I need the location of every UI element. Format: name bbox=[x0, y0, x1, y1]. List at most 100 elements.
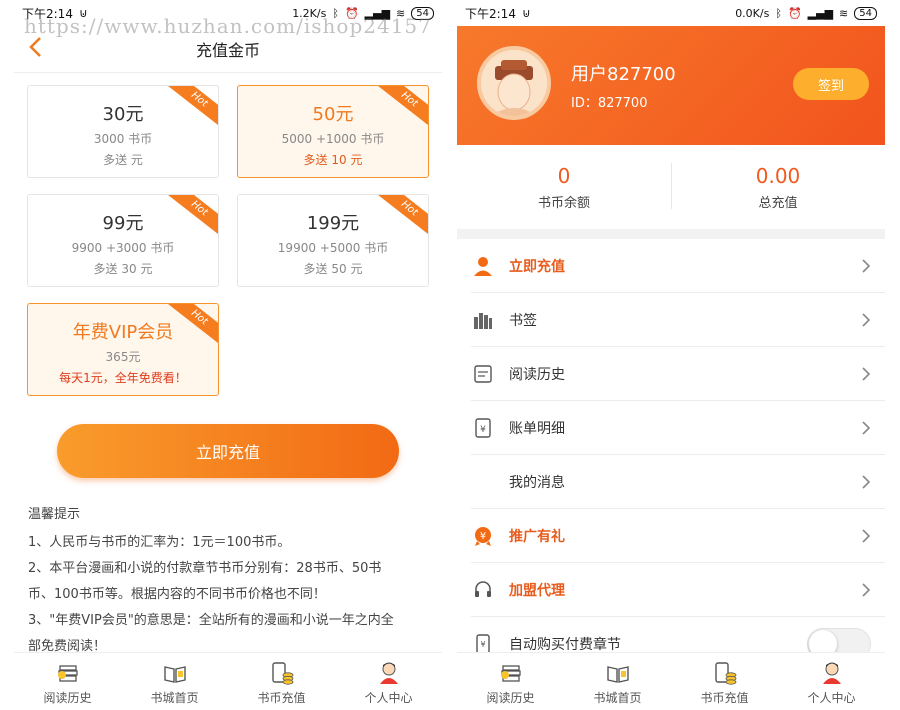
tab-label: 个人中心 bbox=[807, 691, 856, 705]
tips-line: 2、本平台漫画和小说的付款章节书币分别有：28书币、50书 bbox=[28, 561, 382, 576]
tips-section: 温馨提示 1、人民币与书币的汇率为：1元＝100书币。 2、本平台漫画和小说的付… bbox=[14, 478, 442, 660]
vip-price: 365元 bbox=[105, 350, 141, 364]
chevron-right-icon bbox=[862, 420, 871, 435]
package-card-30[interactable]: Hot 30元 3000 书币 多送 元 bbox=[27, 85, 219, 178]
package-bonus: 多送 10 元 bbox=[303, 153, 363, 167]
chevron-right-icon bbox=[862, 366, 871, 381]
wifi-icon: ≋ bbox=[839, 6, 849, 20]
bottom-tab-bar: 阅读历史 书城首页 书币充值 个人中心 bbox=[457, 652, 885, 710]
tab-bookstore-home[interactable]: 书城首页 bbox=[564, 653, 671, 710]
person-icon bbox=[379, 662, 398, 684]
battery-icon: 54 bbox=[854, 6, 877, 20]
chevron-right-icon bbox=[862, 258, 871, 273]
tab-reading-history[interactable]: 阅读历史 bbox=[457, 653, 564, 710]
tab-label: 书城首页 bbox=[593, 691, 642, 705]
menu-item-reading-history[interactable]: 阅读历史 bbox=[471, 347, 885, 401]
package-card-99[interactable]: Hot 99元 9900 +3000 书币 多送 30 元 bbox=[27, 194, 219, 287]
open-book-icon bbox=[163, 666, 186, 683]
user-id: ID：827700 bbox=[571, 96, 648, 111]
menu-item-bookmarks[interactable]: 书签 bbox=[471, 293, 885, 347]
menu-label: 阅读历史 bbox=[509, 366, 565, 383]
profile-menu: 立即充值 书签 阅读历史 ¥ 账单明细 我的消息 ¥ 推广有礼 加盟代理 ¥ 自… bbox=[457, 239, 885, 671]
package-coins: 5000 +1000 书币 bbox=[281, 132, 385, 146]
package-bonus: 多送 30 元 bbox=[93, 262, 153, 276]
tab-coin-recharge[interactable]: 书币充值 bbox=[671, 653, 778, 710]
stat-label: 总充值 bbox=[758, 195, 798, 211]
history-icon bbox=[471, 362, 495, 386]
stat-label: 书币余额 bbox=[537, 195, 590, 211]
menu-item-franchise[interactable]: 加盟代理 bbox=[471, 563, 885, 617]
coin-balance-stat[interactable]: 0 书币余额 bbox=[457, 164, 671, 211]
package-price: 199元 bbox=[306, 213, 360, 234]
section-gap bbox=[457, 229, 885, 239]
bluetooth-icon: ᛒ bbox=[775, 6, 782, 20]
vip-package-card[interactable]: Hot 年费VIP会员 365元 每天1元，全年免费看！ bbox=[27, 303, 219, 396]
tab-label: 书币充值 bbox=[257, 691, 306, 705]
menu-item-promotion[interactable]: ¥ 推广有礼 bbox=[471, 509, 885, 563]
profile-banner: 用户827700 ID：827700 签到 bbox=[457, 26, 885, 145]
book-stack-icon bbox=[57, 665, 78, 682]
package-price: 30元 bbox=[102, 104, 144, 125]
avatar[interactable] bbox=[477, 46, 551, 120]
vip-title: 年费VIP会员 bbox=[72, 322, 174, 343]
menu-label: 加盟代理 bbox=[509, 582, 565, 599]
book-stack-icon bbox=[500, 665, 521, 682]
tab-reading-history[interactable]: 阅读历史 bbox=[14, 653, 121, 710]
watermark-text: https://www.huzhan.com/ishop24157 bbox=[24, 14, 432, 38]
package-card-50[interactable]: Hot 50元 5000 +1000 书币 多送 10 元 bbox=[237, 85, 429, 178]
tab-bookstore-home[interactable]: 书城首页 bbox=[121, 653, 228, 710]
package-bonus: 多送 元 bbox=[103, 153, 143, 167]
profile-screen: 下午2:14 ⊍ 0.0K/s ᛒ ⏰ ▂▄▆ ≋ 54 用户827700 ID… bbox=[457, 0, 885, 710]
package-coins: 19900 +5000 书币 bbox=[277, 241, 389, 255]
menu-item-recharge[interactable]: 立即充值 bbox=[471, 239, 885, 293]
status-bar: 下午2:14 ⊍ 0.0K/s ᛒ ⏰ ▂▄▆ ≋ 54 bbox=[457, 0, 885, 26]
tab-label: 书城首页 bbox=[150, 691, 199, 705]
stat-value: 0 bbox=[557, 163, 571, 188]
gift-icon: ¥ bbox=[471, 524, 495, 548]
headset-icon bbox=[471, 578, 495, 602]
menu-item-messages[interactable]: 我的消息 bbox=[471, 455, 885, 509]
sign-in-button[interactable]: 签到 bbox=[793, 68, 869, 100]
tab-personal-center[interactable]: 个人中心 bbox=[335, 653, 442, 710]
back-arrow-icon[interactable] bbox=[28, 36, 42, 58]
stats-row: 0 书币余额 0.00 总充值 bbox=[457, 145, 885, 229]
menu-label: 自动购买付费章节 bbox=[509, 636, 621, 653]
bottom-tab-bar: 阅读历史 书城首页 书币充值 个人中心 bbox=[14, 652, 442, 710]
package-price: 50元 bbox=[312, 104, 354, 125]
net-speed: 0.0K/s bbox=[735, 6, 770, 20]
tips-title: 温馨提示 bbox=[28, 507, 81, 522]
chevron-right-icon bbox=[862, 312, 871, 327]
package-bonus: 多送 50 元 bbox=[303, 262, 363, 276]
package-grid: Hot 30元 3000 书币 多送 元 Hot 50元 5000 +1000 … bbox=[14, 73, 442, 396]
tab-personal-center[interactable]: 个人中心 bbox=[778, 653, 885, 710]
menu-label: 账单明细 bbox=[509, 420, 565, 437]
recharge-screen: 下午2:14 ⊍ 1.2K/s ᛒ ⏰ ▂▄▆ ≋ 54 充值金币 Hot 30… bbox=[14, 0, 442, 710]
chevron-right-icon bbox=[862, 582, 871, 597]
tab-label: 阅读历史 bbox=[486, 691, 535, 705]
tab-coin-recharge[interactable]: 书币充值 bbox=[228, 653, 335, 710]
tab-label: 阅读历史 bbox=[43, 691, 92, 705]
avatar-face-icon bbox=[481, 50, 547, 116]
page-title: 充值金币 bbox=[195, 41, 260, 60]
tab-label: 个人中心 bbox=[364, 691, 413, 705]
usb-icon: ⊍ bbox=[521, 6, 531, 20]
coin-phone-icon bbox=[714, 662, 736, 685]
svg-text:¥: ¥ bbox=[480, 640, 485, 649]
user-icon bbox=[471, 254, 495, 278]
package-price: 99元 bbox=[102, 213, 144, 234]
menu-item-bill-details[interactable]: ¥ 账单明细 bbox=[471, 401, 885, 455]
recharge-now-button[interactable]: 立即充值 bbox=[57, 424, 399, 478]
menu-label: 推广有礼 bbox=[509, 528, 565, 545]
user-name: 用户827700 bbox=[571, 64, 676, 85]
package-coins: 9900 +3000 书币 bbox=[71, 241, 175, 255]
vip-desc: 每天1元，全年免费看！ bbox=[59, 371, 187, 385]
menu-label: 我的消息 bbox=[509, 474, 565, 491]
stat-value: 0.00 bbox=[755, 163, 801, 188]
open-book-icon bbox=[606, 666, 629, 683]
package-card-199[interactable]: Hot 199元 19900 +5000 书币 多送 50 元 bbox=[237, 194, 429, 287]
message-icon bbox=[471, 470, 495, 494]
total-recharge-stat[interactable]: 0.00 总充值 bbox=[671, 164, 885, 211]
person-icon bbox=[822, 662, 841, 684]
coin-phone-icon bbox=[271, 662, 293, 685]
alarm-icon: ⏰ bbox=[787, 6, 802, 20]
